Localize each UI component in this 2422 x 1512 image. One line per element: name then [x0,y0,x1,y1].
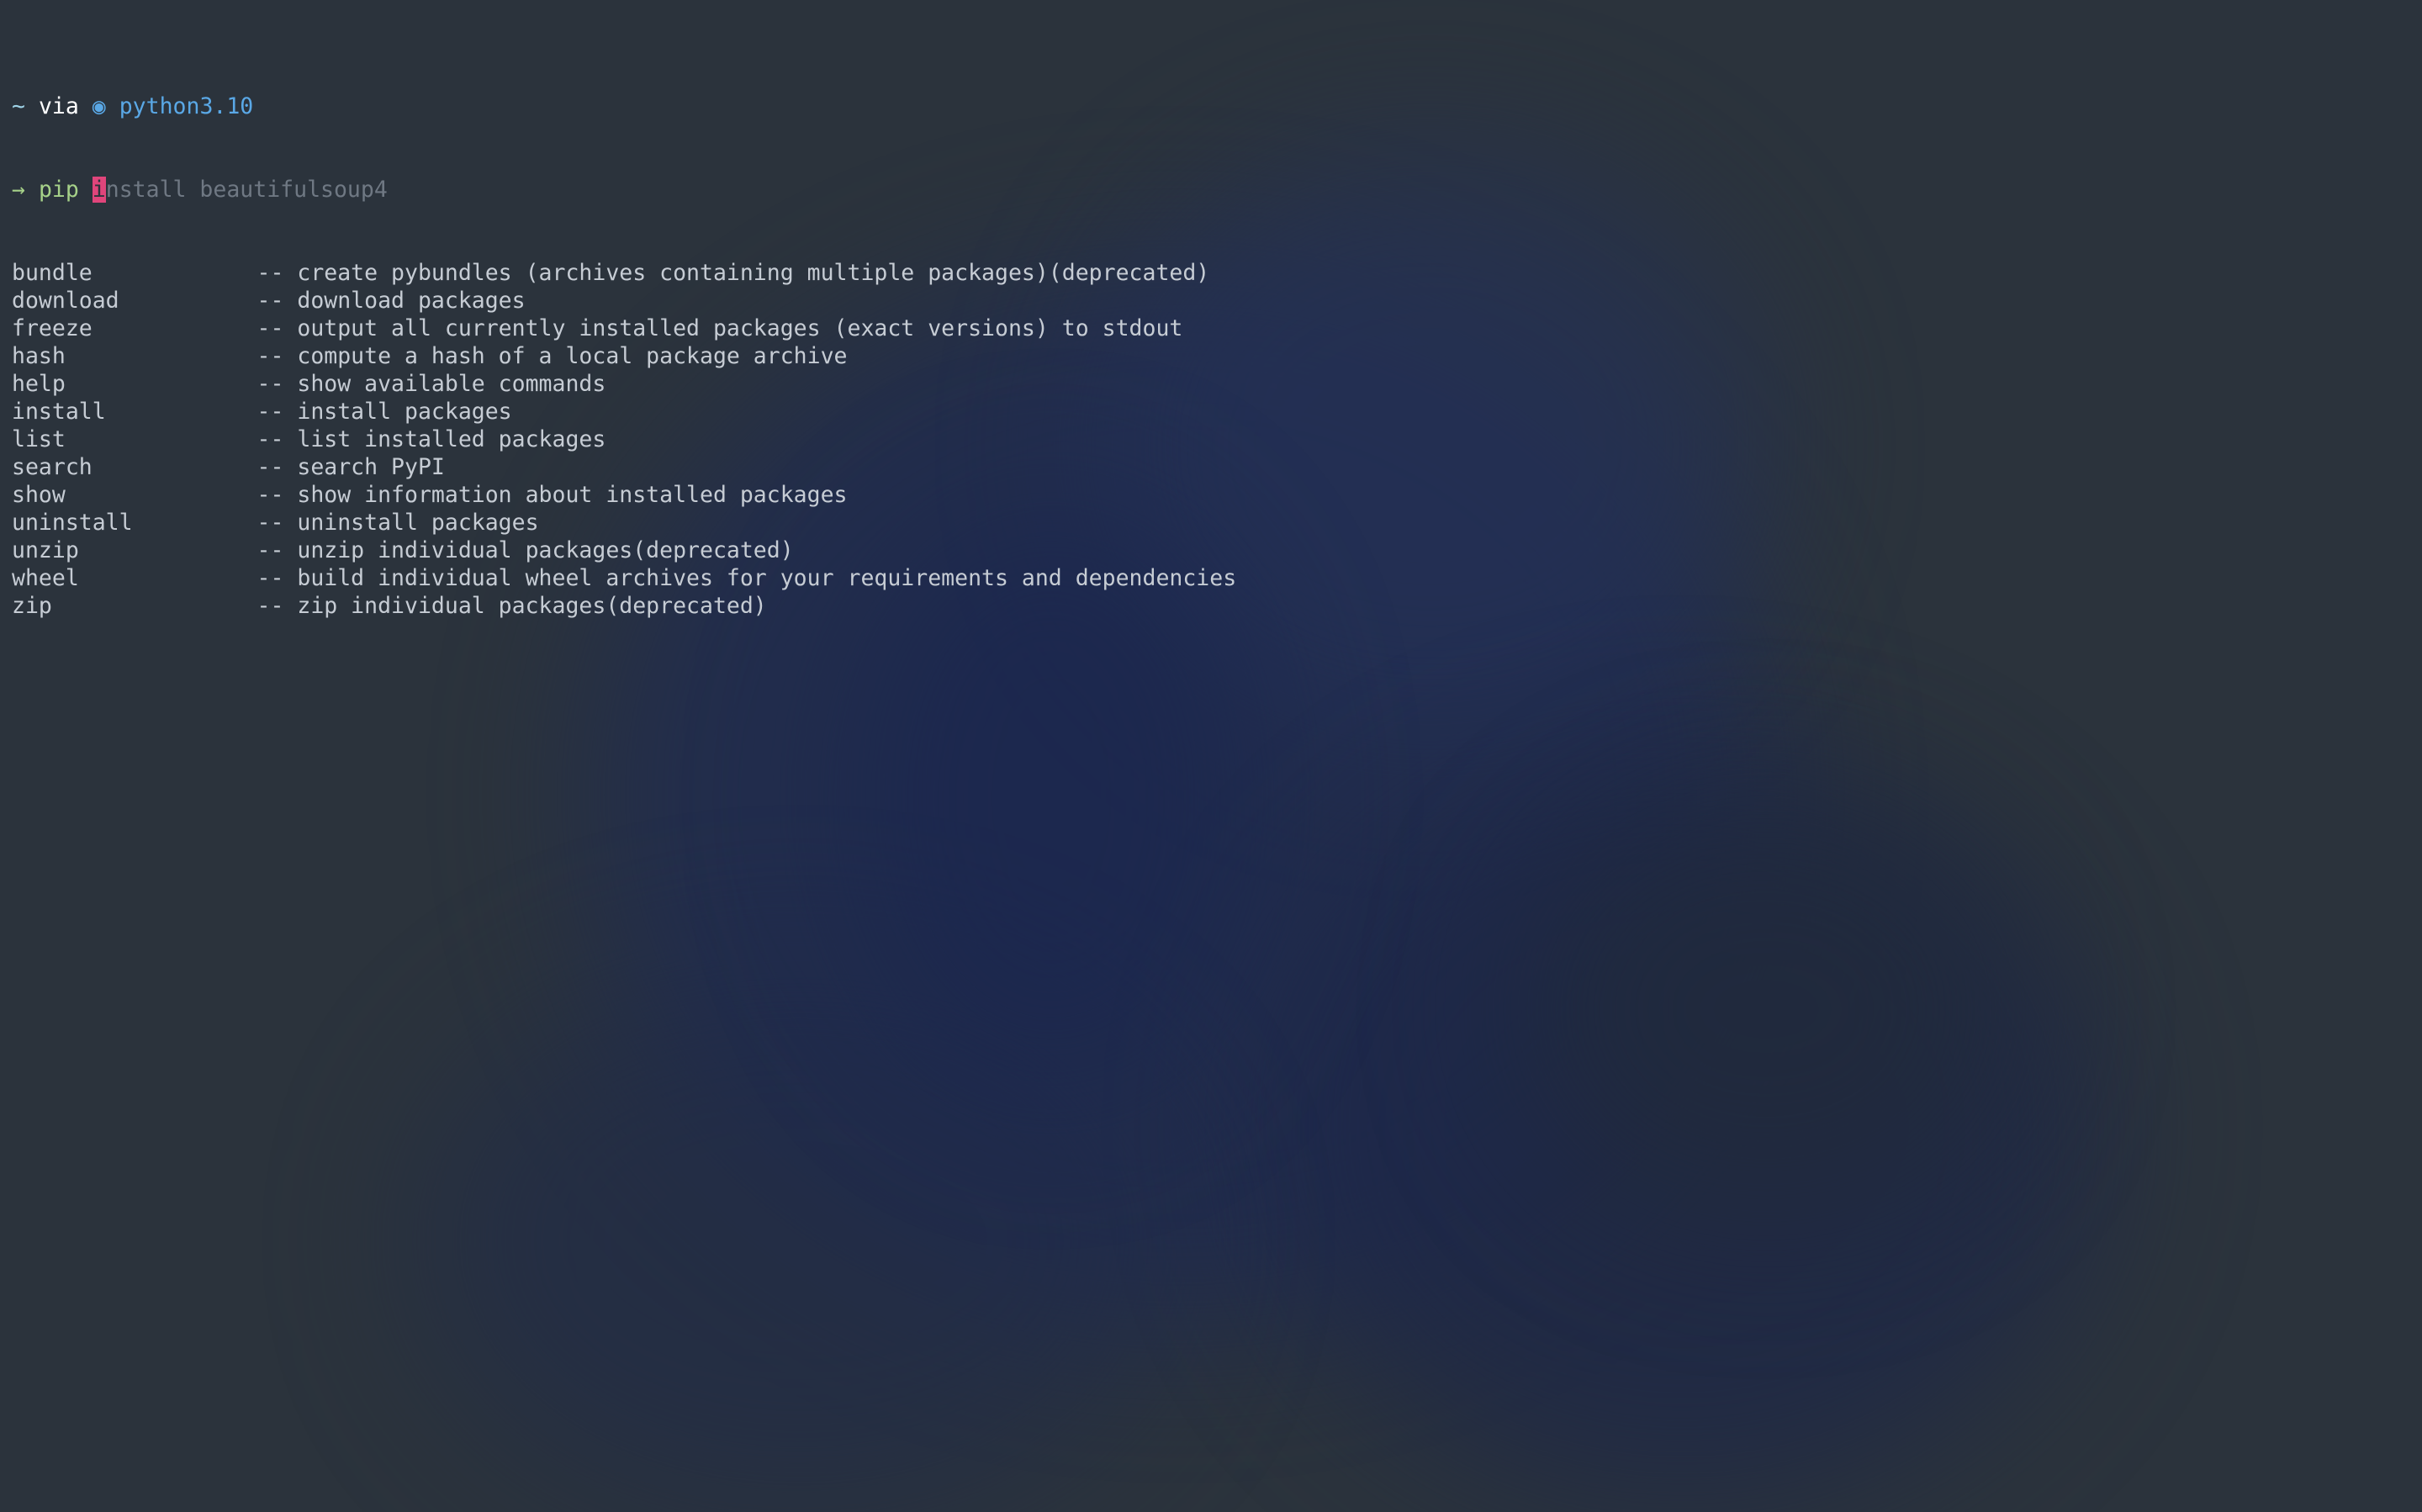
completion-description: -- unzip individual packages(deprecated) [256,537,794,563]
completion-description: -- search PyPI [256,454,445,480]
typed-command: pip [38,177,79,203]
completion-item[interactable]: show -- show information about installed … [12,481,1236,509]
completion-description: -- build individual wheel archives for y… [256,565,1237,591]
text-cursor: i [92,177,106,203]
completion-item[interactable]: list -- list installed packages [12,426,1236,453]
completion-name: wheel [12,565,79,591]
completion-item[interactable]: uninstall -- uninstall packages [12,509,1236,537]
prompt-directory: ~ [12,93,25,119]
completion-description: -- show available commands [256,371,606,397]
terminal-output[interactable]: ~ via ◉ python3.10 → pip install beautif… [12,37,1236,648]
completion-description: -- install packages [256,399,512,425]
completion-description: -- output all currently installed packag… [256,315,1183,341]
prompt-arrow-icon: → [12,177,25,203]
python-icon: ◉ [92,93,106,119]
completion-item[interactable]: zip -- zip individual packages(deprecated… [12,592,1236,620]
wallpaper-blob [1514,799,2018,1219]
completion-name: hash [12,343,66,369]
completion-description: -- uninstall packages [256,510,539,536]
completion-name: download [12,288,119,314]
completion-name: show [12,482,66,508]
completion-item[interactable]: install -- install packages [12,398,1236,426]
completion-name: unzip [12,537,79,563]
completion-list: bundle -- create pybundles (archives cont… [12,259,1236,620]
completion-item[interactable]: search -- search PyPI [12,453,1236,481]
completion-description: -- compute a hash of a local package arc… [256,343,848,369]
completion-description: -- zip individual packages(deprecated) [256,593,767,619]
completion-item[interactable]: wheel -- build individual wheel archives … [12,564,1236,592]
completion-item[interactable]: bundle -- create pybundles (archives cont… [12,259,1236,287]
completion-name: list [12,426,66,452]
completion-description: -- show information about installed pack… [256,482,848,508]
prompt-python-version: python3.10 [119,93,254,119]
completion-item[interactable]: freeze -- output all currently installed … [12,315,1236,342]
completion-description: -- list installed packages [256,426,606,452]
completion-name: install [12,399,106,425]
completion-item[interactable]: unzip -- unzip individual packages(deprec… [12,537,1236,564]
autosuggestion: nstall beautifulsoup4 [105,177,388,203]
completion-name: zip [12,593,52,619]
shell-prompt-line: ~ via ◉ python3.10 [12,93,1236,120]
completion-item[interactable]: hash -- compute a hash of a local package… [12,342,1236,370]
completion-description: -- download packages [256,288,526,314]
completion-name: help [12,371,66,397]
completion-name: bundle [12,260,93,286]
prompt-via: via [38,93,79,119]
command-input-line[interactable]: → pip install beautifulsoup4 [12,176,1236,204]
completion-name: search [12,454,93,480]
completion-item[interactable]: download -- download packages [12,287,1236,315]
completion-name: freeze [12,315,93,341]
completion-name: uninstall [12,510,133,536]
completion-description: -- create pybundles (archives containing… [256,260,1210,286]
completion-item[interactable]: help -- show available commands [12,370,1236,398]
